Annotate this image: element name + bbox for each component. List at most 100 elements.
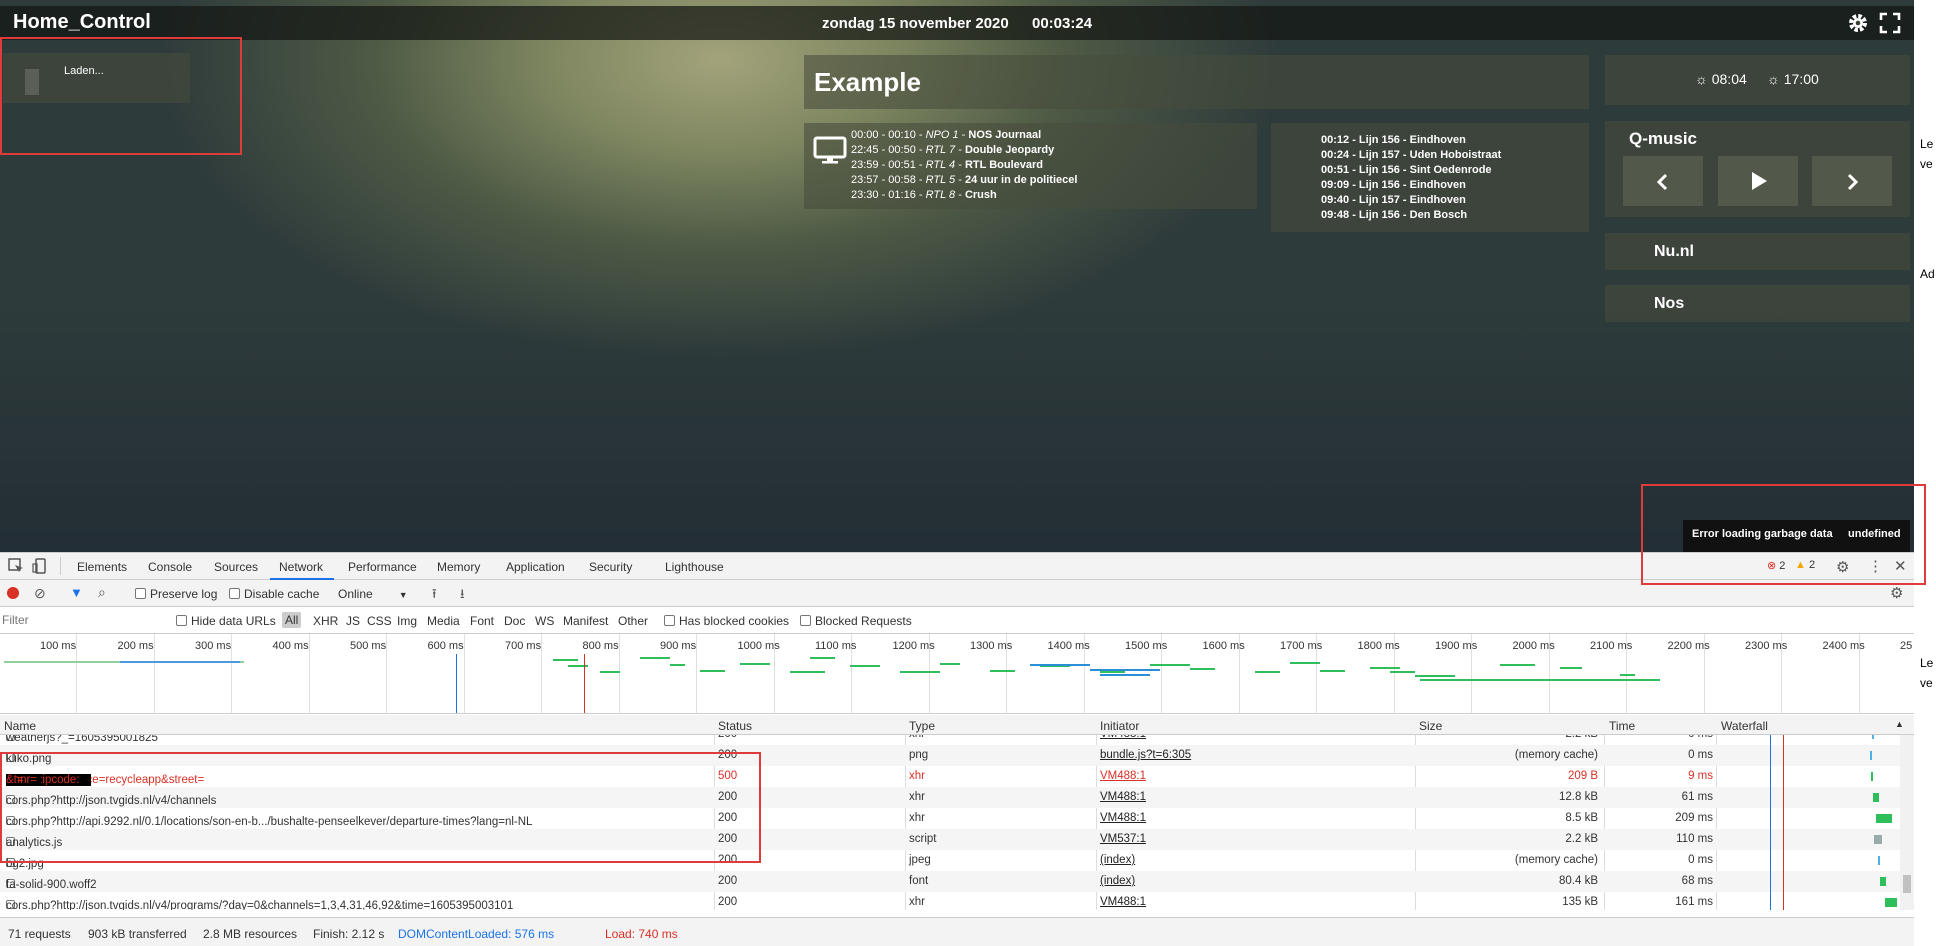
tab-network[interactable]: Network bbox=[279, 560, 323, 574]
tab-security[interactable]: Security bbox=[589, 560, 632, 574]
timeline-bar bbox=[740, 663, 770, 665]
tab-memory[interactable]: Memory bbox=[437, 560, 480, 574]
timeline-bar bbox=[1100, 671, 1125, 673]
request-initiator[interactable]: VM488:1 bbox=[1100, 791, 1146, 803]
waterfall-bar bbox=[1873, 793, 1879, 802]
type-doc[interactable]: Doc bbox=[504, 614, 525, 628]
request-initiator[interactable]: bundle.js?t=6:305 bbox=[1100, 749, 1191, 761]
col-initiator[interactable]: Initiator bbox=[1100, 719, 1139, 733]
tab-application[interactable]: Application bbox=[506, 560, 565, 574]
timeline-gridline bbox=[231, 634, 232, 713]
waterfall-bar bbox=[1872, 735, 1874, 739]
clear-icon[interactable]: ⊘ bbox=[34, 585, 46, 602]
fullscreen-icon[interactable] bbox=[1879, 12, 1901, 34]
device-toggle-icon[interactable] bbox=[32, 558, 48, 577]
table-row[interactable]: fa-solid-900.woff2 200 font (index) 80.4 kB 6… bbox=[0, 871, 1900, 892]
date: zondag 15 november 2020 bbox=[822, 15, 1009, 32]
news-nu[interactable]: Nu.nl bbox=[1605, 233, 1910, 270]
sort-icon[interactable]: ▲ bbox=[1895, 719, 1904, 729]
transferred: 903 kB transferred bbox=[88, 927, 187, 941]
request-time: 161 ms bbox=[1675, 896, 1713, 908]
type-js[interactable]: JS bbox=[346, 614, 360, 628]
col-waterfall[interactable]: Waterfall bbox=[1721, 719, 1768, 733]
timeline-bar bbox=[1560, 667, 1582, 669]
request-initiator[interactable]: VM537:1 bbox=[1100, 833, 1146, 845]
play-button[interactable] bbox=[1718, 156, 1798, 206]
request-initiator[interactable]: VM488:1 bbox=[1100, 735, 1146, 740]
type-media[interactable]: Media bbox=[427, 614, 460, 628]
next-button[interactable] bbox=[1812, 156, 1892, 206]
request-size: 80.4 kB bbox=[1559, 875, 1598, 887]
request-initiator[interactable]: VM488:1 bbox=[1100, 770, 1146, 782]
timeline-bar bbox=[1290, 662, 1320, 664]
timeline-bar bbox=[810, 657, 835, 659]
import-icon[interactable]: ⭱ bbox=[432, 585, 437, 607]
edge-text: ve bbox=[1920, 676, 1933, 690]
disable-cache[interactable]: Disable cache bbox=[229, 587, 319, 601]
request-initiator[interactable]: (index) bbox=[1100, 854, 1135, 866]
timeline-tick: 1500 ms bbox=[1125, 640, 1168, 652]
timeline-bar bbox=[120, 661, 240, 663]
devtools-tabbar: Elements Console Sources Network Perform… bbox=[0, 553, 1914, 580]
load-marker bbox=[584, 654, 585, 713]
throttle-select[interactable]: Online ▼ bbox=[338, 587, 408, 601]
timeline-tick: 100 ms bbox=[40, 640, 77, 652]
inspect-icon[interactable] bbox=[8, 558, 24, 577]
filter-input[interactable] bbox=[2, 611, 162, 629]
music-title: Q-music bbox=[1629, 129, 1698, 148]
request-type: xhr bbox=[909, 791, 925, 803]
blocked-requests[interactable]: Blocked Requests bbox=[800, 614, 912, 628]
devtools: Elements Console Sources Network Perform… bbox=[0, 484, 1926, 946]
type-font[interactable]: Font bbox=[470, 614, 494, 628]
export-icon[interactable]: ⭳ bbox=[460, 585, 465, 607]
col-status[interactable]: Status bbox=[718, 719, 752, 733]
preserve-log[interactable]: Preserve log bbox=[135, 587, 217, 601]
tab-console[interactable]: Console bbox=[148, 560, 192, 574]
record-icon[interactable] bbox=[7, 587, 19, 599]
filter-icon[interactable]: ▼ bbox=[70, 585, 83, 600]
network-settings-icon[interactable]: ⚙ bbox=[1890, 584, 1903, 602]
tab-performance[interactable]: Performance bbox=[348, 560, 417, 574]
request-status: 200 bbox=[718, 735, 737, 740]
type-manifest[interactable]: Manifest bbox=[563, 614, 608, 628]
tab-lighthouse[interactable]: Lighthouse bbox=[665, 560, 724, 574]
request-size: (memory cache) bbox=[1514, 854, 1598, 866]
news-nos[interactable]: Nos bbox=[1605, 285, 1910, 322]
type-img[interactable]: Img bbox=[397, 614, 417, 628]
table-scrollbar[interactable] bbox=[1900, 735, 1914, 910]
col-size[interactable]: Size bbox=[1419, 719, 1442, 733]
col-type[interactable]: Type bbox=[909, 719, 935, 733]
request-type: xhr bbox=[909, 735, 925, 740]
top-bar: Home_Control zondag 15 november 2020 00:… bbox=[0, 6, 1914, 40]
type-css[interactable]: CSS bbox=[367, 614, 392, 628]
table-row[interactable]: cors.php?http://json.tvgids.nl/v4/progra… bbox=[0, 892, 1900, 910]
type-ws[interactable]: WS bbox=[535, 614, 554, 628]
request-time: 61 ms bbox=[1681, 791, 1713, 803]
timeline-tick: 2400 ms bbox=[1822, 640, 1865, 652]
table-row[interactable]: weatherjs?_=1605395001825200xhrVM488:12.… bbox=[0, 735, 1900, 745]
type-xhr[interactable]: XHR bbox=[313, 614, 338, 628]
prev-button[interactable] bbox=[1623, 156, 1703, 206]
timeline-tick: 1900 ms bbox=[1435, 640, 1478, 652]
timeline-gridline bbox=[696, 634, 697, 713]
dcl-time: DOMContentLoaded: 576 ms bbox=[398, 927, 555, 941]
bus-list: 00:12 - Lijn 156 - Eindhoven 00:24 - Lij… bbox=[1321, 133, 1501, 223]
col-time[interactable]: Time bbox=[1609, 719, 1635, 733]
request-initiator[interactable]: (index) bbox=[1100, 875, 1135, 887]
timeline-tick: 500 ms bbox=[350, 640, 387, 652]
request-initiator[interactable]: VM488:1 bbox=[1100, 896, 1146, 908]
col-name[interactable]: Name bbox=[4, 719, 36, 733]
type-other[interactable]: Other bbox=[618, 614, 648, 628]
bus-item: 09:09 - Lijn 156 - Eindhoven bbox=[1321, 179, 1466, 191]
tab-sources[interactable]: Sources bbox=[214, 560, 258, 574]
timeline-bar bbox=[600, 671, 620, 673]
scrollbar-thumb[interactable] bbox=[1903, 875, 1911, 893]
search-icon[interactable]: ⌕ bbox=[98, 584, 106, 601]
type-all[interactable]: All bbox=[282, 612, 302, 628]
request-initiator[interactable]: VM488:1 bbox=[1100, 812, 1146, 824]
has-blocked-cookies[interactable]: Has blocked cookies bbox=[664, 614, 789, 628]
hide-data-urls[interactable]: Hide data URLs bbox=[176, 614, 276, 628]
gear-icon[interactable] bbox=[1847, 12, 1869, 34]
tv-item: 22:45 - 00:50 - RTL 7 - Double Jeopardy bbox=[851, 144, 1055, 156]
tab-elements[interactable]: Elements bbox=[77, 560, 127, 574]
